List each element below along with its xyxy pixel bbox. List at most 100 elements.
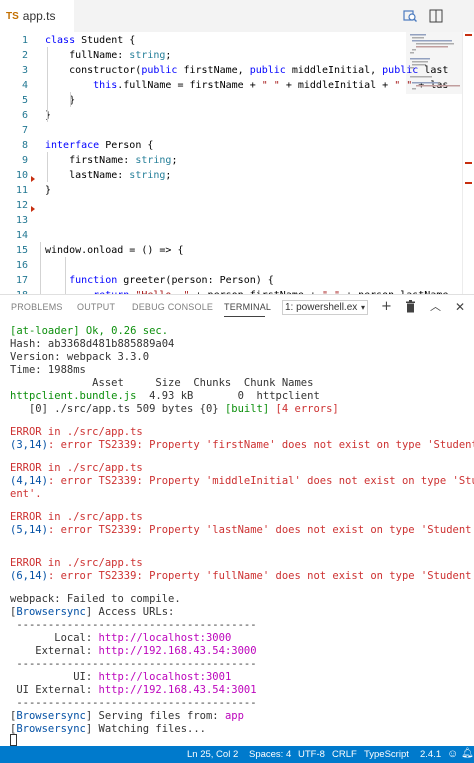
line-endings[interactable]: CRLF	[332, 749, 357, 760]
bottom-panel: PROBLEMS OUTPUT DEBUG CONSOLE TERMINAL 1…	[0, 294, 474, 747]
terminal-text: ] Watching files...	[85, 723, 206, 735]
terminal-line: External: http://192.168.43.54:3000	[10, 645, 256, 658]
editor-tab-bar: TS app.ts	[0, 0, 474, 33]
minimap[interactable]	[406, 32, 462, 294]
code-token: }	[45, 185, 52, 196]
terminal-text: http://192.168.43.54:3001	[98, 684, 257, 696]
terminal-select[interactable]: 1: powershell.ex ▾	[282, 300, 368, 315]
code-token: lastName:	[45, 170, 130, 181]
typescript-version[interactable]: 2.4.1	[420, 749, 441, 760]
terminal-select-value: 1: powershell.ex	[285, 302, 358, 313]
code-token: class	[45, 35, 82, 46]
terminal-text: : error TS2339: Property 'firstName' doe…	[47, 439, 474, 451]
terminal-line: --------------------------------------	[10, 658, 257, 671]
line-number: 15	[15, 245, 28, 256]
code-token: " "	[261, 80, 280, 91]
line-number: 1	[21, 35, 28, 46]
line-number: 5	[21, 95, 28, 106]
indent-guide	[70, 92, 71, 107]
tab-app-ts[interactable]: TS app.ts	[0, 0, 74, 32]
terminal-line: (6,14): error TS2339: Property 'fullName…	[10, 570, 474, 583]
editor-scrollbar[interactable]	[462, 32, 474, 294]
terminal-line: ERROR in ./src/app.ts	[10, 557, 143, 570]
encoding[interactable]: UTF-8	[298, 749, 325, 760]
terminal-text: http://localhost:3001	[98, 671, 232, 683]
code-line: window.onload = () => {	[45, 243, 183, 258]
line-number: 8	[21, 140, 28, 151]
code-token: Person {	[105, 140, 154, 151]
terminal-line: [Browsersync] Serving files from: app	[10, 710, 244, 723]
language-mode[interactable]: TypeScript	[364, 749, 409, 760]
terminal-text: Browsersync	[16, 723, 86, 735]
terminal-text: ERROR in ./src/app.ts	[10, 557, 143, 569]
code-token: ;	[165, 50, 172, 61]
line-number: 10	[15, 170, 28, 181]
fold-marker-icon[interactable]	[31, 206, 35, 212]
line-number: 14	[15, 230, 28, 241]
error-marker	[465, 182, 472, 184]
terminal-text: Version: webpack 3.3.0	[10, 351, 150, 363]
terminal-line: [at-loader] Ok, 0.26 sec.	[10, 325, 168, 338]
code-token: string	[129, 170, 166, 181]
terminal-line: webpack: Failed to compile.	[10, 593, 181, 606]
bell-icon[interactable]: 🔔︎	[461, 748, 474, 759]
add-terminal-icon[interactable]: +	[381, 300, 392, 314]
terminal-line: httpclient.bundle.js 4.93 kB 0 httpclien…	[10, 390, 320, 403]
terminal-text: External:	[10, 645, 99, 657]
code-token: string	[135, 155, 172, 166]
terminal-text: [at-loader] Ok, 0.26 sec.	[10, 325, 169, 337]
terminal-text: --------------------------------------	[10, 658, 257, 670]
code-token: .fullName = firstName +	[117, 80, 262, 91]
code-token: public	[141, 65, 178, 76]
code-token: fullName:	[45, 50, 130, 61]
code-token: this	[45, 80, 118, 91]
terminal-text: Hash: ab3368d481b885889a04	[10, 338, 175, 350]
code-token: string	[129, 50, 166, 61]
terminal-line: UI: http://localhost:3001	[10, 671, 231, 684]
indent-guide	[47, 47, 48, 122]
chevron-down-icon: ▾	[360, 303, 365, 312]
code-token: + middleInitial +	[279, 80, 395, 91]
terminal-text: : error TS2339: Property 'middleInitial'…	[47, 475, 474, 487]
indentation[interactable]: Spaces: 4	[249, 749, 291, 760]
code-token: ;	[165, 170, 172, 181]
terminal-text: 4.93 kB 0 httpclient	[136, 390, 320, 402]
fold-marker-icon[interactable]	[31, 176, 35, 182]
line-number: 3	[21, 65, 28, 76]
line-number: 17	[15, 275, 28, 286]
code-token: interface	[45, 140, 106, 151]
open-changes-icon[interactable]	[402, 8, 418, 24]
active-tab-underline	[224, 316, 265, 317]
code-token: public	[249, 65, 286, 76]
code-token: middleInitial,	[285, 65, 383, 76]
terminal-text: ERROR in ./src/app.ts	[10, 462, 143, 474]
terminal-cursor	[10, 734, 17, 746]
code-line: lastName: string;	[45, 168, 171, 183]
chevron-up-icon[interactable]: ︿	[430, 300, 441, 314]
trash-icon[interactable]	[405, 300, 416, 313]
terminal-text: : error TS2339: Property 'fullName' does…	[47, 570, 474, 582]
cursor-position[interactable]: Ln 25, Col 2	[187, 749, 238, 760]
tab-output[interactable]: OUTPUT	[77, 302, 115, 312]
tab-terminal[interactable]: TERMINAL	[224, 302, 271, 312]
tab-problems[interactable]: PROBLEMS	[11, 302, 63, 312]
smiley-icon[interactable]: ☺	[447, 748, 458, 760]
code-token: window.onload = () => {	[45, 245, 184, 256]
terminal-text: webpack: Failed to compile.	[10, 593, 181, 605]
terminal-line: (4,14): error TS2339: Property 'middleIn…	[10, 475, 474, 488]
terminal-text: http://localhost:3000	[98, 632, 232, 644]
close-icon[interactable]: ✕	[455, 300, 465, 314]
terminal-line: [Browsersync] Watching files...	[10, 723, 206, 736]
code-token: constructor(	[45, 65, 142, 76]
code-line: class Student {	[45, 33, 135, 48]
terminal-line: [0] ./src/app.ts 509 bytes {0} [built] […	[10, 403, 339, 416]
terminal-line: (5,14): error TS2339: Property 'lastName…	[10, 524, 474, 537]
code-editor[interactable]: 12345678910111213141516171819 class Stud…	[0, 32, 474, 294]
tab-debug-console[interactable]: DEBUG CONSOLE	[132, 302, 213, 312]
terminal-line: --------------------------------------	[10, 697, 256, 710]
split-editor-icon[interactable]	[428, 8, 444, 24]
code-token: firstName,	[177, 65, 250, 76]
line-number: 9	[21, 155, 28, 166]
code-token: firstName:	[45, 155, 136, 166]
indent-guide	[40, 242, 41, 294]
